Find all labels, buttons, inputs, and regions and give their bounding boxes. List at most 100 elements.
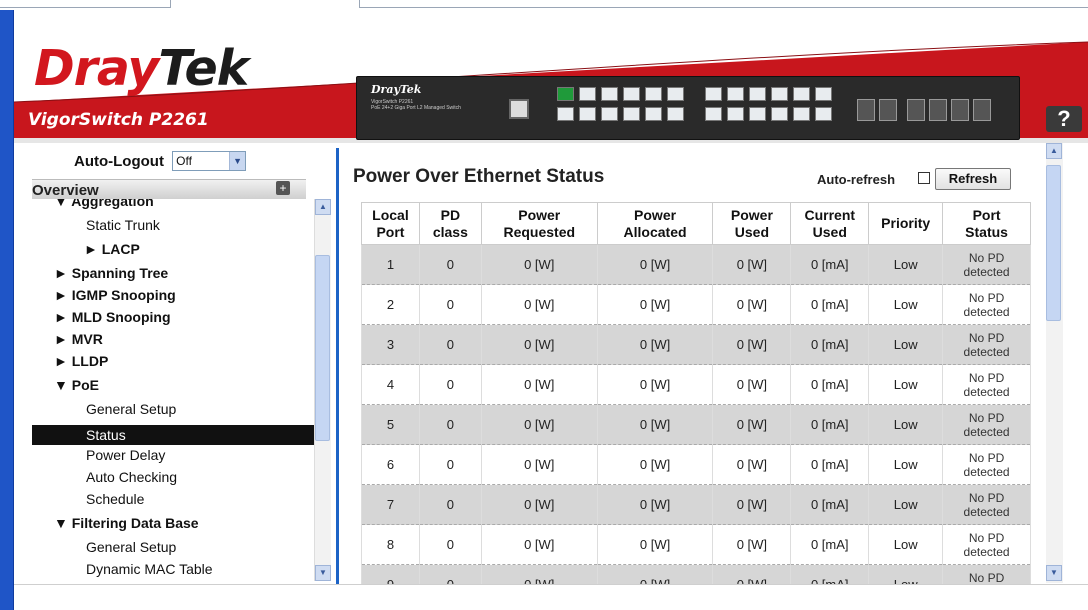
expand-plus-icon[interactable]: +: [276, 181, 290, 195]
table-row: 300 [W] 0 [W] 0 [W] 0 [mA] Low No PD detected: [361, 324, 1031, 365]
sidebar-item[interactable]: ► LLDP: [54, 353, 108, 369]
sidebar-item[interactable]: ► MVR: [54, 331, 103, 347]
table-cell-current: 0 [mA]: [790, 324, 870, 365]
sidebar-item[interactable]: Auto Checking: [86, 469, 177, 485]
sidebar-item[interactable]: ► Spanning Tree: [54, 265, 168, 281]
sfp-port-icon: [857, 99, 875, 121]
sidebar-item[interactable]: Static Trunk: [86, 217, 160, 233]
table-cell-port-status: No PDdetected: [942, 404, 1031, 445]
sidebar-item[interactable]: ▼ PoE: [54, 377, 99, 393]
table-header-row: Local Port PD class Power Requested Power Alloc…: [361, 202, 1031, 245]
scroll-down-icon[interactable]: ▼: [1046, 565, 1062, 581]
chevron-down-icon[interactable]: ▼: [229, 152, 246, 170]
page-title: Power Over Ethernet Status: [353, 166, 605, 187]
scroll-up-icon[interactable]: ▲: [1046, 143, 1062, 159]
table-cell-current: 0 [mA]: [790, 364, 870, 405]
table-cell-current: 0 [mA]: [790, 524, 870, 565]
draytek-logo: DrayTek: [34, 40, 249, 97]
sidebar-item[interactable]: ▼ Filtering Data Base: [54, 515, 199, 531]
ethernet-port-icon: [771, 87, 788, 101]
table-row: 400 [W] 0 [W] 0 [W] 0 [mA] Low No PD detected: [361, 364, 1031, 405]
ethernet-port-icon: [727, 87, 744, 101]
table-cell-current: 0 [mA]: [790, 564, 870, 584]
ethernet-port-icon: [793, 87, 810, 101]
table-cell-port-status: No PDdetected: [942, 324, 1031, 365]
scroll-up-icon[interactable]: ▲: [315, 199, 331, 215]
sidebar-item[interactable]: Power Delay: [86, 447, 165, 463]
sfp-port-icon: [973, 99, 991, 121]
table-cell-used: 0 [W]: [712, 324, 792, 365]
main-scrollbar[interactable]: ▲ ▼: [1046, 143, 1063, 583]
browser-top-strip: [0, 0, 1088, 10]
autologout-value: Off: [176, 154, 192, 168]
table-cell-used: 0 [W]: [712, 444, 792, 485]
column-header: Power Used: [712, 202, 792, 245]
table-cell-priority: Low: [868, 284, 944, 325]
table-cell-used: 0 [W]: [712, 524, 792, 565]
overview-header[interactable]: Overview +: [32, 179, 306, 199]
device-logo: DrayTek: [371, 83, 422, 96]
column-header: Local Port: [361, 202, 420, 245]
overview-label: Overview: [32, 182, 99, 199]
sidebar-item-selected[interactable]: Status: [32, 425, 314, 445]
ethernet-port-icon: [705, 107, 722, 121]
ethernet-port-icon: [705, 87, 722, 101]
refresh-button[interactable]: Refresh: [935, 168, 1011, 190]
sidebar-item[interactable]: ► IGMP Snooping: [54, 287, 176, 303]
column-header: Current Used: [790, 202, 870, 245]
sidebar-item[interactable]: General Setup: [86, 401, 176, 417]
port-status-line: No PD: [968, 490, 1005, 505]
table-cell-priority: Low: [868, 404, 944, 445]
ethernet-port-icon: [557, 107, 574, 121]
scroll-thumb[interactable]: [1046, 165, 1061, 321]
column-header-line: Power: [518, 206, 561, 223]
scroll-thumb[interactable]: [315, 255, 330, 441]
window-left-frame: [0, 10, 14, 610]
table-cell-used: 0 [W]: [712, 284, 792, 325]
sidebar-item[interactable]: General Setup: [86, 539, 176, 555]
column-header: Port Status: [942, 202, 1031, 245]
column-header-line: Allocated: [623, 223, 687, 240]
table-cell-priority: Low: [868, 564, 944, 584]
ethernet-port-icon: [601, 107, 618, 121]
table-cell-port: 4: [361, 364, 420, 405]
table-cell-current: 0 [mA]: [790, 284, 870, 325]
table-cell-requested: 0 [W]: [480, 444, 598, 485]
table-row: 200 [W] 0 [W] 0 [W] 0 [mA] Low No PD detected: [361, 284, 1031, 325]
port-status-line: No PD: [968, 290, 1005, 305]
table-cell-priority: Low: [868, 444, 944, 485]
sidebar-item[interactable]: ► MLD Snooping: [54, 309, 171, 325]
table-cell-requested: 0 [W]: [480, 524, 598, 565]
port-status-line: No PD: [968, 570, 1005, 585]
ethernet-port-icon: [749, 87, 766, 101]
sidebar-scrollbar[interactable]: ▲ ▼: [314, 199, 331, 581]
ethernet-port-icon: [623, 107, 640, 121]
port-status-line: detected: [963, 304, 1010, 319]
ethernet-port-icon: [601, 87, 618, 101]
autologout-select[interactable]: Off ▼: [172, 151, 247, 171]
switch-front-panel-image: DrayTek VigorSwitch P2261 PoE 24+2 Giga P…: [356, 76, 1020, 140]
table-cell-requested: 0 [W]: [480, 324, 598, 365]
autorefresh-checkbox[interactable]: [918, 172, 930, 184]
table-cell-port: 5: [361, 404, 420, 445]
header-banner: DrayTek VigorSwitch P2261 DrayTek VigorS…: [14, 10, 1088, 143]
browser-tab[interactable]: [170, 0, 360, 8]
table-cell-requested: 0 [W]: [480, 404, 598, 445]
column-header-line: Port: [972, 206, 1001, 223]
table-cell-port: 9: [361, 564, 420, 584]
sidebar-item[interactable]: ► LACP: [84, 241, 140, 257]
scroll-down-icon[interactable]: ▼: [315, 565, 331, 581]
sidebar-item[interactable]: ▼ Aggregation: [54, 199, 154, 209]
port-status-line: No PD: [968, 410, 1005, 425]
sidebar-item[interactable]: Dynamic MAC Table: [86, 561, 213, 577]
ethernet-port-icon: [579, 87, 596, 101]
port-status-line: detected: [963, 384, 1010, 399]
table-cell-port: 1: [361, 244, 420, 285]
table-cell-pd-class: 0: [418, 524, 482, 565]
sidebar-item[interactable]: Schedule: [86, 491, 144, 507]
ethernet-port-icon: [749, 107, 766, 121]
port-status-line: No PD: [968, 250, 1005, 265]
ethernet-port-icon: [771, 107, 788, 121]
help-button[interactable]: ?: [1046, 106, 1082, 132]
table-cell-pd-class: 0: [418, 444, 482, 485]
